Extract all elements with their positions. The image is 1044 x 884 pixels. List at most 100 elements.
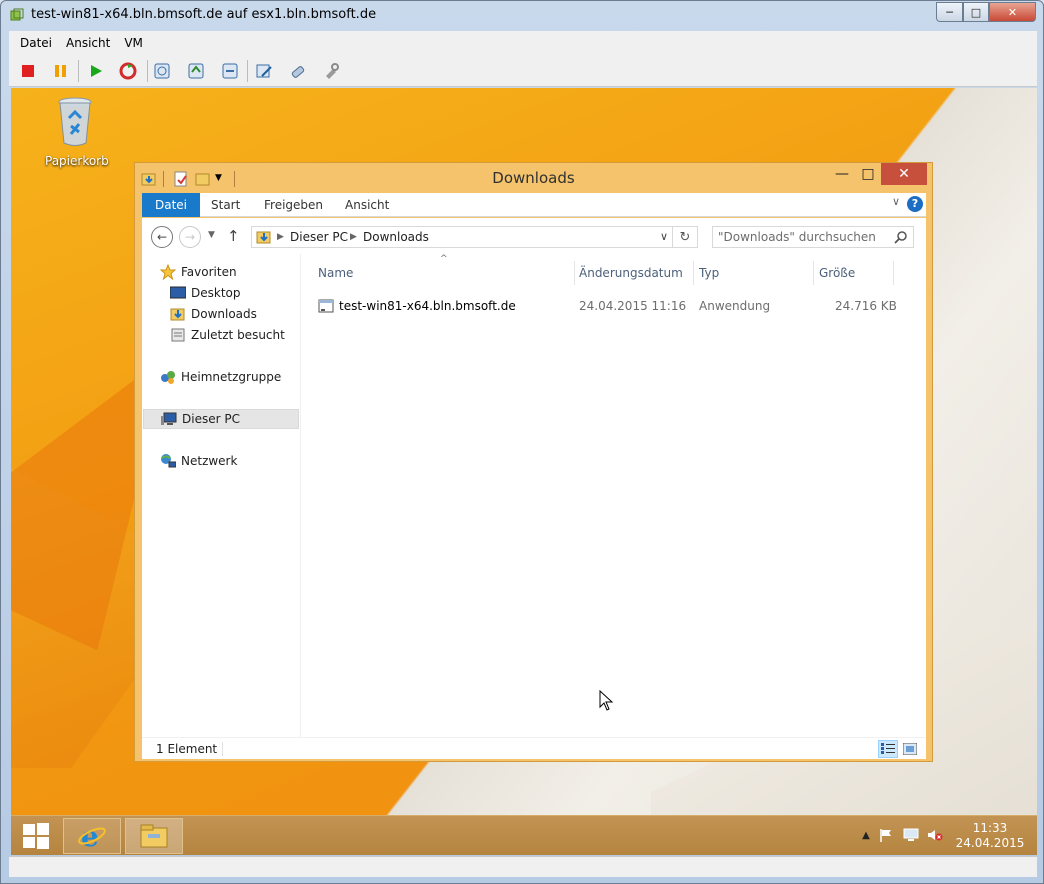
up-button[interactable]: ↑ bbox=[227, 227, 240, 245]
file-type: Anwendung bbox=[699, 299, 771, 313]
pause-icon[interactable] bbox=[50, 60, 72, 82]
system-clock[interactable]: 11:33 24.04.2015 bbox=[955, 821, 1025, 851]
action-center-flag-icon[interactable] bbox=[877, 826, 895, 844]
nav-this-pc[interactable]: Dieser PC bbox=[143, 409, 299, 429]
desktop-icon bbox=[170, 285, 186, 301]
menu-datei[interactable]: Datei bbox=[20, 36, 52, 50]
vm-status-bar bbox=[9, 856, 1037, 877]
taskbar-internet-explorer[interactable]: e bbox=[63, 818, 121, 854]
tab-datei[interactable]: Datei bbox=[142, 193, 201, 217]
column-header-modified[interactable]: Änderungsdatum bbox=[579, 261, 683, 285]
vm-toolbar bbox=[9, 55, 1037, 87]
vm-close-button[interactable]: ✕ bbox=[989, 2, 1036, 22]
windows-logo-icon bbox=[23, 823, 49, 849]
navigation-pane: Favoriten Desktop Downloads Zuletzt besu… bbox=[142, 254, 300, 737]
breadcrumb-separator-icon: ▶ bbox=[277, 232, 284, 242]
star-icon bbox=[160, 264, 176, 280]
revert-snapshot-icon[interactable] bbox=[185, 60, 207, 82]
clock-date: 24.04.2015 bbox=[955, 836, 1025, 850]
edit-settings-icon[interactable] bbox=[253, 60, 275, 82]
recycle-bin-label: Papierkorb bbox=[45, 154, 109, 168]
search-box[interactable] bbox=[712, 226, 914, 248]
tab-freigeben[interactable]: Freigeben bbox=[251, 193, 336, 217]
file-size: 24.716 KB bbox=[835, 299, 897, 313]
item-count: 1 Element bbox=[156, 742, 218, 756]
explorer-window: ▼ Downloads — □ ✕ Datei Start Freigeben … bbox=[134, 162, 933, 762]
homegroup-icon bbox=[160, 369, 176, 385]
power-off-icon[interactable] bbox=[17, 60, 39, 82]
explorer-maximize-button[interactable]: □ bbox=[855, 163, 881, 185]
nav-recent-places[interactable]: Zuletzt besucht bbox=[170, 325, 285, 345]
snapshot-manager-icon[interactable] bbox=[219, 60, 241, 82]
taskbar-file-explorer[interactable] bbox=[125, 818, 183, 854]
large-icons-view-icon[interactable] bbox=[900, 740, 920, 758]
nav-favorites[interactable]: Favoriten bbox=[160, 262, 237, 282]
address-dropdown-chevron-icon[interactable]: ∨ bbox=[660, 230, 668, 243]
nav-network[interactable]: Netzwerk bbox=[160, 451, 237, 471]
file-modified: 24.04.2015 11:16 bbox=[579, 299, 687, 313]
back-button[interactable]: ← bbox=[151, 226, 173, 248]
snapshot-icon[interactable] bbox=[151, 60, 173, 82]
downloads-folder-icon bbox=[256, 231, 271, 244]
explorer-close-button[interactable]: ✕ bbox=[881, 163, 927, 185]
navigation-bar: ← → ▼ ↑ ▶ Dieser PC ▶ Downloads ∨ ↻ bbox=[142, 218, 926, 254]
explorer-titlebar: ▼ Downloads — □ ✕ bbox=[135, 163, 932, 193]
computer-icon bbox=[161, 411, 177, 427]
forward-button[interactable]: → bbox=[179, 226, 201, 248]
internet-explorer-icon: e bbox=[78, 821, 106, 851]
taskbar: e ▲ 11:33 24.04.2015 bbox=[11, 815, 1037, 855]
ribbon-expand-chevron-icon[interactable]: ∨ bbox=[892, 195, 900, 208]
mouse-cursor-icon bbox=[599, 690, 614, 711]
recent-locations-chevron-icon[interactable]: ▼ bbox=[208, 230, 215, 240]
application-file-icon bbox=[318, 298, 334, 317]
column-header-name[interactable]: Name bbox=[318, 261, 353, 285]
vm-window-title: test-win81-x64.bln.bmsoft.de auf esx1.bl… bbox=[31, 7, 377, 22]
column-header-size[interactable]: Größe bbox=[819, 261, 855, 285]
recent-places-icon bbox=[170, 327, 186, 343]
breadcrumb-separator-icon: ▶ bbox=[350, 232, 357, 242]
recycle-bin-icon bbox=[58, 97, 92, 146]
install-tools-icon[interactable] bbox=[321, 60, 343, 82]
explorer-title: Downloads bbox=[492, 169, 575, 187]
search-icon[interactable] bbox=[894, 230, 908, 244]
help-icon[interactable]: ? bbox=[907, 196, 923, 212]
ribbon: Datei Start Freigeben Ansicht ∨ ? bbox=[142, 193, 926, 217]
search-input[interactable] bbox=[718, 229, 888, 245]
file-name: test-win81-x64.bln.bmsoft.de bbox=[339, 299, 516, 313]
guest-desktop: Papierkorb ▼ Downloads — □ ✕ Datei Start… bbox=[11, 88, 1037, 855]
reset-icon[interactable] bbox=[117, 60, 139, 82]
details-view-icon[interactable] bbox=[878, 740, 898, 758]
explorer-minimize-button[interactable]: — bbox=[829, 163, 855, 185]
volume-muted-icon[interactable] bbox=[926, 826, 944, 844]
file-explorer-icon bbox=[140, 824, 168, 848]
play-icon[interactable] bbox=[85, 60, 107, 82]
vm-menubar: Datei Ansicht VM bbox=[9, 31, 1037, 55]
start-button[interactable] bbox=[17, 820, 55, 852]
nav-downloads[interactable]: Downloads bbox=[170, 304, 257, 324]
status-bar: 1 Element bbox=[142, 737, 926, 759]
refresh-button[interactable]: ↻ bbox=[673, 226, 698, 248]
sort-ascending-icon: ^ bbox=[440, 254, 448, 264]
menu-vm[interactable]: VM bbox=[124, 36, 143, 50]
column-header-type[interactable]: Typ bbox=[699, 261, 719, 285]
address-bar[interactable]: ▶ Dieser PC ▶ Downloads ∨ bbox=[251, 226, 673, 248]
connect-devices-icon[interactable] bbox=[287, 60, 309, 82]
downloads-folder-icon bbox=[170, 306, 186, 322]
table-row[interactable]: test-win81-x64.bln.bmsoft.de 24.04.2015 … bbox=[318, 297, 898, 317]
breadcrumb-dieser-pc[interactable]: Dieser PC bbox=[290, 230, 348, 244]
vm-minimize-button[interactable]: ─ bbox=[936, 2, 963, 22]
network-tray-icon[interactable] bbox=[902, 826, 920, 844]
vm-maximize-button[interactable]: □ bbox=[963, 2, 989, 22]
tab-ansicht[interactable]: Ansicht bbox=[332, 193, 402, 217]
clock-time: 11:33 bbox=[972, 821, 1008, 835]
tab-start[interactable]: Start bbox=[198, 193, 253, 217]
nav-desktop[interactable]: Desktop bbox=[170, 283, 241, 303]
explorer-content: Favoriten Desktop Downloads Zuletzt besu… bbox=[142, 254, 926, 737]
vm-console-window: test-win81-x64.bln.bmsoft.de auf esx1.bl… bbox=[0, 0, 1044, 884]
network-icon bbox=[160, 453, 176, 469]
menu-ansicht[interactable]: Ansicht bbox=[66, 36, 110, 50]
vm-console-app-icon bbox=[10, 8, 24, 21]
breadcrumb-downloads[interactable]: Downloads bbox=[363, 230, 429, 244]
tray-overflow-icon[interactable]: ▲ bbox=[857, 826, 875, 844]
nav-homegroup[interactable]: Heimnetzgruppe bbox=[160, 367, 281, 387]
